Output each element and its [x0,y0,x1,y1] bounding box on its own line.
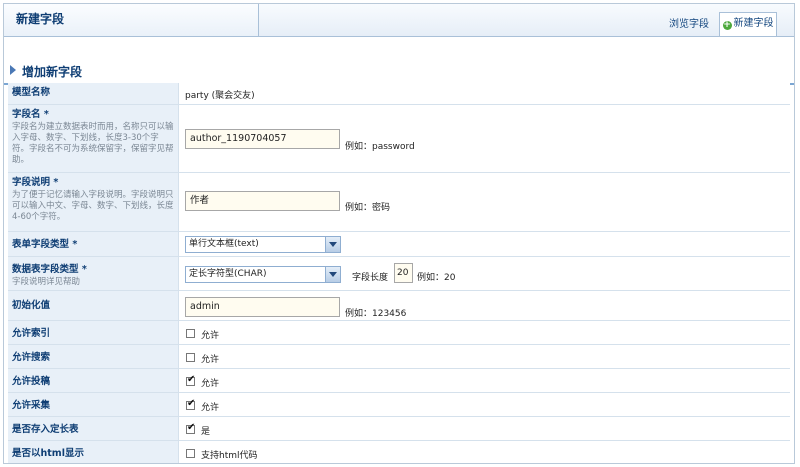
field-name-desc: 字段名为建立数据表时而用，名称只可以输入字母、数字、下划线，长度3-30个字符。… [12,122,174,165]
row-label-cell: 字段名 * 字段名为建立数据表时而用，名称只可以输入字母、数字、下划线，长度3-… [8,105,179,172]
allow-collect-checkbox[interactable] [186,398,195,410]
fixed-table-label: 是否存入定长表 [12,424,79,435]
row-value-cell: author_1190704057 例如：password [179,105,790,172]
arrow-right-icon [10,65,16,75]
row-value-cell: 定长字符型(CHAR) 字段长度 20 例如：20 [179,257,790,290]
allow-collect-label: 允许采集 [12,400,51,411]
row-model-name: 模型名称 party (聚会交友) [8,83,790,105]
field-desc-desc: 为了便于记忆请输入字段说明。字段说明只可以输入中文、字母、数字、下划线，长度4-… [12,190,174,222]
html-display-checkbox[interactable] [186,449,195,458]
section-header: 增加新字段 [4,59,794,85]
row-label-cell: 是否存入定长表 [8,417,179,440]
row-value-cell: 允许 [179,393,790,416]
row-label-cell: 表单字段类型 * [8,232,179,256]
field-desc-label-line: 字段说明 * [12,177,174,189]
init-value-input[interactable]: admin [185,297,340,317]
required-mark: * [81,264,87,275]
allow-index-option: 允许 [201,331,220,341]
allow-search-label: 允许搜索 [12,352,51,363]
chevron-down-icon[interactable] [325,237,340,252]
row-field-name: 字段名 * 字段名为建立数据表时而用，名称只可以输入字母、数字、下划线，长度3-… [8,105,790,173]
row-value-cell: admin 例如：123456 [179,291,790,320]
db-type-example: 例如：20 [417,273,456,283]
row-value-cell: party (聚会交友) [179,83,790,104]
init-value-example: 例如：123456 [345,309,407,319]
model-name-value: party (聚会交友) [185,91,255,101]
row-value-cell: 支持html代码 [179,441,790,463]
row-label-cell: 字段说明 * 为了便于记忆请输入字段说明。字段说明只可以输入中文、字母、数字、下… [8,173,179,231]
row-fixed-table: 是否存入定长表 是 [8,417,790,441]
plus-icon: + [722,20,732,30]
db-type-desc: 字段说明详见帮助 [12,277,81,287]
row-db-type: 数据表字段类型 * 字段说明详见帮助 定长字符型(CHAR) 字段长度 20 例… [8,257,790,291]
row-value-cell: 允许 [179,369,790,392]
row-label-cell: 允许采集 [8,393,179,416]
field-name-label: 字段名 [12,109,41,120]
allow-collect-option: 允许 [201,403,220,413]
page-title: 新建字段 [4,4,259,36]
allow-index-label: 允许索引 [12,328,51,339]
field-name-example: 例如：password [345,142,415,152]
tab-browse-fields[interactable]: 浏览字段 [662,14,716,36]
field-name-input[interactable]: author_1190704057 [185,129,340,149]
row-html-display: 是否以html显示 支持html代码 [8,441,790,463]
required-mark: * [72,239,78,250]
field-length-label: 字段长度 [352,273,389,283]
db-type-label-line: 数据表字段类型 * [12,264,174,276]
field-name-label-line: 字段名 * [12,109,174,121]
row-label-cell: 允许投稿 [8,369,179,392]
main-window: 新建字段 浏览字段 + 新建字段 增加新字段 模型名称 party (聚会交友) … [3,3,795,464]
allow-search-option: 允许 [201,355,220,365]
row-init-value: 初始化值 admin 例如：123456 [8,291,790,321]
allow-submit-label: 允许投稿 [12,376,51,387]
row-allow-submit: 允许投稿 允许 [8,369,790,393]
row-value-cell: 单行文本框(text) [179,232,790,256]
row-label-cell: 是否以html显示 [8,441,179,463]
top-bar: 新建字段 浏览字段 + 新建字段 [4,4,794,37]
row-label-cell: 允许索引 [8,321,179,344]
model-name-label: 模型名称 [12,87,51,98]
row-label-cell: 初始化值 [8,291,179,320]
row-value-cell: 是 [179,417,790,440]
row-allow-collect: 允许采集 允许 [8,393,790,417]
row-value-cell: 允许 [179,321,790,344]
tab-new-field[interactable]: + 新建字段 [719,12,777,36]
chevron-down-icon[interactable] [325,267,340,282]
section-title: 增加新字段 [22,65,83,79]
form-type-selected: 单行文本框(text) [189,239,259,249]
html-display-option: 支持html代码 [201,451,258,461]
html-display-label: 是否以html显示 [12,448,84,459]
row-allow-index: 允许索引 允许 [8,321,790,345]
allow-search-checkbox[interactable] [186,353,195,362]
allow-submit-option: 允许 [201,379,220,389]
form-type-select[interactable]: 单行文本框(text) [185,236,341,253]
required-mark: * [43,109,49,120]
fixed-table-checkbox[interactable] [186,422,195,434]
row-label-cell: 允许搜索 [8,345,179,368]
field-desc-label: 字段说明 [12,177,51,188]
row-label-cell: 模型名称 [8,83,179,104]
allow-submit-checkbox[interactable] [186,374,195,386]
allow-index-checkbox[interactable] [186,329,195,338]
row-allow-search: 允许搜索 允许 [8,345,790,369]
field-length-input[interactable]: 20 [394,263,413,283]
form-type-label-line: 表单字段类型 * [12,239,174,251]
row-field-desc: 字段说明 * 为了便于记忆请输入字段说明。字段说明只可以输入中文、字母、数字、下… [8,173,790,232]
db-type-select[interactable]: 定长字符型(CHAR) [185,266,341,283]
row-form-type: 表单字段类型 * 单行文本框(text) [8,232,790,257]
field-desc-input[interactable]: 作者 [185,191,340,211]
row-value-cell: 允许 [179,345,790,368]
row-value-cell: 作者 例如：密码 [179,173,790,231]
tab-new-field-label: 新建字段 [733,18,774,29]
db-type-label: 数据表字段类型 [12,264,79,275]
required-mark: * [53,177,59,188]
field-desc-example: 例如：密码 [345,203,391,213]
fixed-table-option: 是 [201,427,211,437]
db-type-selected: 定长字符型(CHAR) [189,269,267,279]
init-value-label: 初始化值 [12,300,51,311]
form-type-label: 表单字段类型 [12,239,70,250]
row-label-cell: 数据表字段类型 * 字段说明详见帮助 [8,257,179,290]
